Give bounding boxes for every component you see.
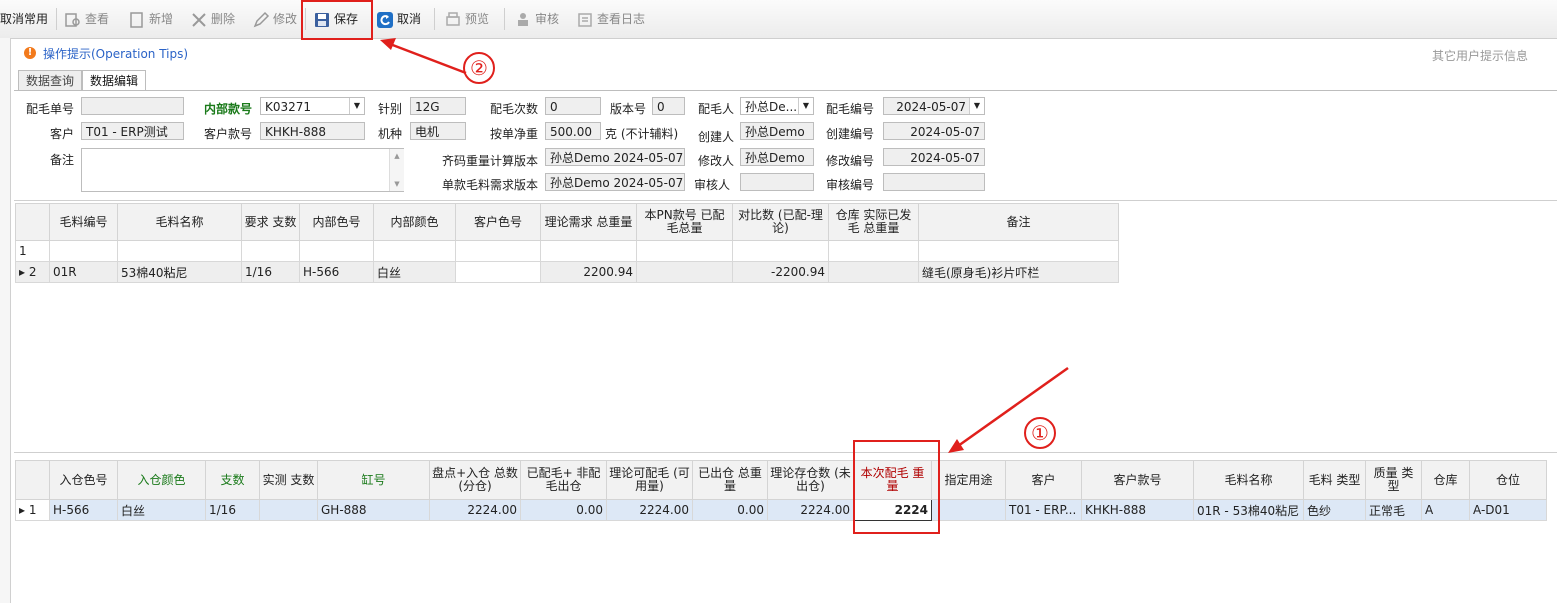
- arrow-one-head: [948, 439, 964, 453]
- arrow-two-head: [380, 38, 396, 50]
- annotation-arrows: [380, 38, 1069, 453]
- annotation-badge-one: ①: [1024, 417, 1056, 449]
- arrow-two-line: [389, 42, 467, 75]
- annotation-badge-two: ②: [463, 52, 495, 84]
